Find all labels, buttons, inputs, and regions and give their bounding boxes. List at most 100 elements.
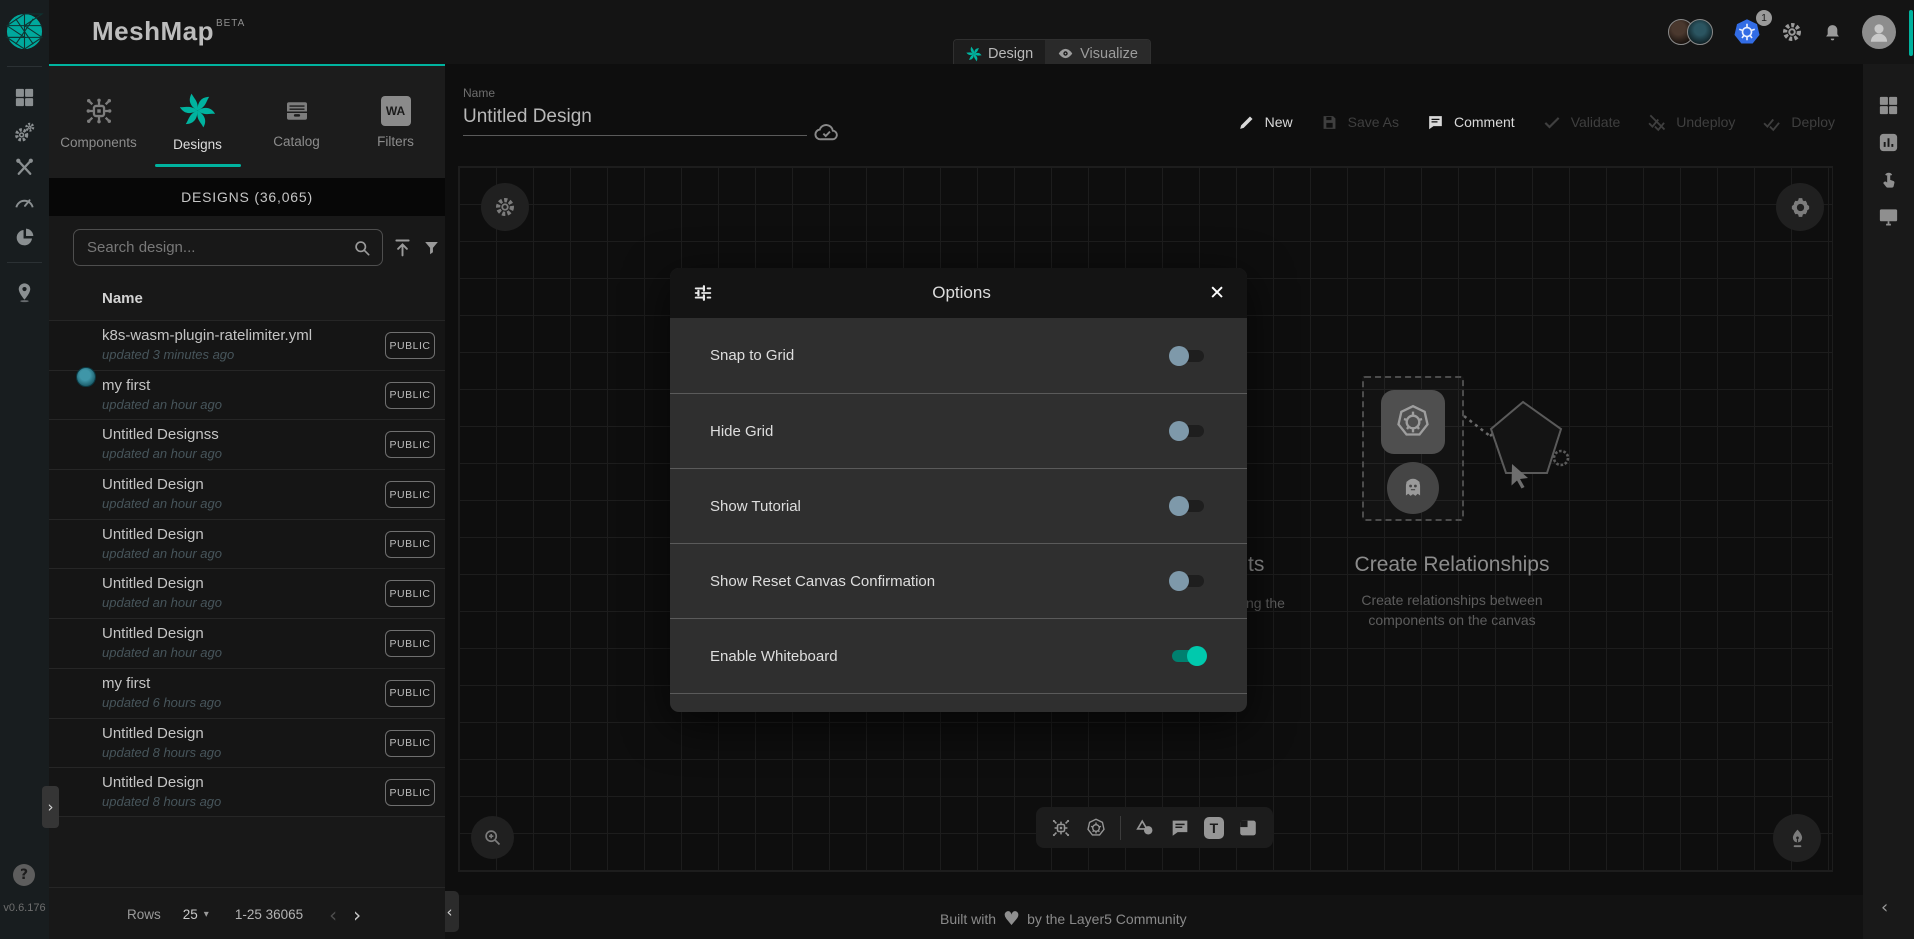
collapse-right-button[interactable]: ‹	[1881, 897, 1888, 918]
tutorial-components-group	[1362, 376, 1464, 521]
canvas-settings-button[interactable]	[1776, 183, 1824, 231]
notifications-button[interactable]	[1822, 22, 1843, 43]
tune-icon	[692, 282, 714, 304]
nav-extensions[interactable]	[13, 226, 36, 249]
options-modal-header: Options ✕	[670, 268, 1247, 318]
design-row[interactable]: Untitled Design updated an hour ago PUBL…	[49, 568, 445, 618]
collaborator-avatars[interactable]	[1668, 19, 1713, 45]
show-reset-canvas-confirmation-toggle[interactable]	[1169, 571, 1207, 591]
tab-designs[interactable]: Designs	[148, 66, 247, 178]
next-page-button[interactable]: ›	[353, 903, 361, 927]
search-input[interactable]	[74, 230, 382, 265]
rail-divider	[7, 66, 42, 67]
layer5-logo[interactable]	[5, 12, 44, 51]
design-row[interactable]: Untitled Design updated an hour ago PUBL…	[49, 618, 445, 668]
validate-label: Validate	[1571, 114, 1621, 130]
design-row[interactable]: my first updated an hour ago PUBLIC	[49, 370, 445, 420]
chevron-right-icon: ›	[48, 798, 54, 816]
save-as-button[interactable]: Save As	[1320, 112, 1399, 132]
dock-comment-tool[interactable]	[1169, 817, 1191, 839]
interaction-button[interactable]	[1877, 168, 1900, 191]
enable-whiteboard-toggle[interactable]	[1169, 646, 1207, 666]
option-label: Enable Whiteboard	[710, 648, 838, 665]
search-box	[73, 229, 383, 266]
deploy-button[interactable]: Deploy	[1762, 112, 1835, 132]
close-icon[interactable]: ✕	[1209, 282, 1225, 304]
display-button[interactable]	[1877, 205, 1900, 228]
comment-button[interactable]: Comment	[1426, 112, 1515, 132]
nav-dashboard[interactable]	[13, 86, 36, 109]
whiteboard-pen-button[interactable]	[1773, 814, 1821, 862]
expand-drawer-button[interactable]: ›	[42, 786, 59, 828]
design-name-input[interactable]	[463, 100, 807, 136]
design-row[interactable]: Untitled Design updated an hour ago PUBL…	[49, 519, 445, 569]
show-tutorial-toggle[interactable]	[1169, 496, 1207, 516]
tab-catalog[interactable]: Catalog	[247, 66, 346, 178]
nav-meshmap[interactable]	[13, 281, 36, 304]
bar-chart-icon	[1877, 131, 1900, 154]
dock-components-tool[interactable]	[1050, 817, 1072, 839]
nav-configuration[interactable]	[13, 156, 36, 179]
tab-components[interactable]: Components	[49, 66, 148, 178]
save-as-label: Save As	[1348, 114, 1399, 130]
comment-icon	[1169, 817, 1191, 839]
snap-to-grid-toggle[interactable]	[1169, 346, 1207, 366]
design-author-avatar	[76, 367, 96, 387]
validate-button[interactable]: Validate	[1542, 112, 1621, 132]
dock-text-tool[interactable]: T	[1204, 817, 1224, 839]
help-button[interactable]: ?	[13, 864, 35, 886]
rows-per-page-select[interactable]: 25 ▾	[183, 907, 209, 922]
undeploy-button[interactable]: Undeploy	[1647, 112, 1735, 132]
dock-shapes-tool[interactable]	[1134, 817, 1156, 839]
touch-icon	[1877, 168, 1900, 191]
hide-grid-toggle[interactable]	[1169, 421, 1207, 441]
tab-visualize[interactable]: Visualize	[1045, 40, 1150, 67]
design-row[interactable]: k8s-wasm-plugin-ratelimiter.yml updated …	[49, 320, 445, 370]
option-snap-to-grid: Snap to Grid	[670, 318, 1247, 393]
design-row[interactable]: Untitled Design updated an hour ago PUBL…	[49, 469, 445, 519]
comment-icon	[1426, 113, 1445, 132]
nav-lifecycle[interactable]	[13, 121, 36, 144]
import-design-button[interactable]	[392, 237, 413, 258]
tab-filters[interactable]: WA Filters	[346, 66, 445, 178]
options-modal-bottom-divider	[670, 693, 1247, 712]
undeploy-label: Undeploy	[1676, 114, 1735, 130]
gear-icon	[1781, 21, 1803, 43]
analytics-button[interactable]	[1877, 131, 1900, 154]
design-pinwheel-icon	[966, 46, 982, 62]
filter-list-button[interactable]	[422, 238, 441, 257]
settings-button[interactable]	[1781, 21, 1803, 43]
dashboard-icon	[13, 86, 36, 109]
design-row[interactable]: Untitled Designss updated an hour ago PU…	[49, 419, 445, 469]
tab-designs-label: Designs	[173, 137, 222, 152]
canvas-config-button[interactable]	[481, 183, 529, 231]
shapes-icon	[1134, 817, 1156, 839]
kubernetes-context-button[interactable]: 1	[1732, 17, 1762, 47]
design-name: Untitled Design	[102, 526, 372, 543]
new-label: New	[1265, 114, 1293, 130]
design-name: Untitled Design	[102, 725, 372, 742]
visibility-badge: PUBLIC	[385, 431, 435, 458]
new-button[interactable]: New	[1237, 112, 1293, 132]
design-row[interactable]: Untitled Design updated 8 hours ago PUBL…	[49, 767, 445, 817]
visibility-badge: PUBLIC	[385, 481, 435, 508]
gears-icon	[13, 121, 36, 144]
tab-design[interactable]: Design	[954, 40, 1045, 67]
design-row[interactable]: my first updated 6 hours ago PUBLIC	[49, 668, 445, 718]
prev-page-button[interactable]: ‹	[329, 903, 337, 927]
dock-kubernetes-tool[interactable]	[1085, 817, 1107, 839]
tutorial-desc-line1: Create relationships between	[1327, 590, 1577, 610]
gauge-icon	[13, 191, 36, 214]
footer-credit: Built with ♥ by the Layer5 Community	[940, 908, 1187, 930]
widgets-button[interactable]	[1877, 94, 1900, 117]
nav-performance[interactable]	[13, 191, 36, 214]
profile-avatar[interactable]	[1862, 15, 1896, 49]
funnel-icon	[422, 238, 441, 257]
tutorial-desc-line2: components on the canvas	[1327, 610, 1577, 630]
dock-media-tool[interactable]	[1237, 817, 1259, 839]
design-row[interactable]: Untitled Design updated 8 hours ago PUBL…	[49, 718, 445, 768]
zoom-in-button[interactable]	[471, 816, 514, 859]
gear-icon	[1789, 196, 1812, 219]
visibility-badge: PUBLIC	[385, 630, 435, 657]
chevron-left-icon: ‹	[447, 903, 453, 921]
